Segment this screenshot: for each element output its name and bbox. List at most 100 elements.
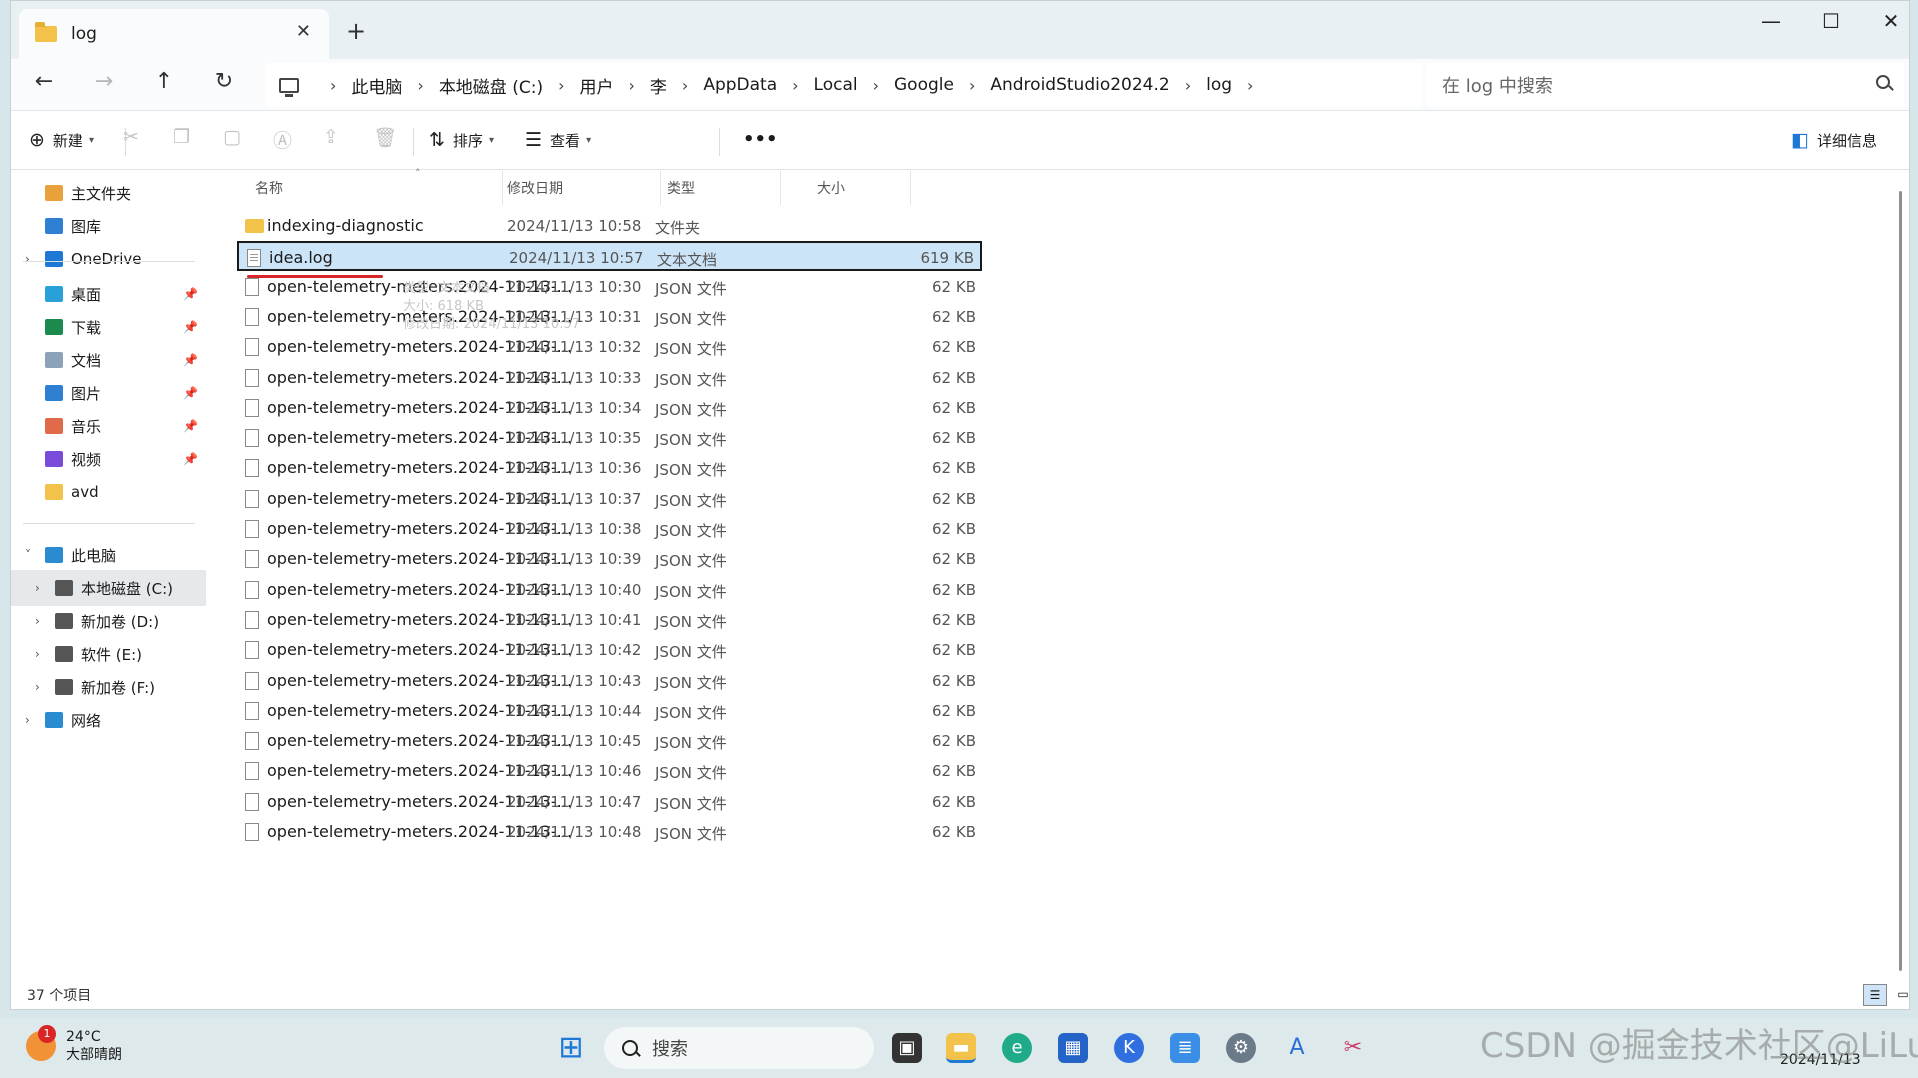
sidebar-item[interactable]: 桌面 📌 (11, 276, 206, 312)
chevron-right-icon[interactable]: › (873, 76, 879, 95)
sidebar-item[interactable]: 视频 📌 (11, 441, 206, 477)
tab-log[interactable]: log ✕ (19, 9, 329, 59)
edge-browser-icon[interactable]: e (1002, 1033, 1032, 1063)
column-header-date[interactable]: 修改日期 (501, 171, 661, 205)
file-row[interactable]: open-telemetry-meters.2024-11-13-... 2024… (237, 544, 982, 574)
file-row[interactable]: open-telemetry-meters.2024-11-13-... 2024… (237, 423, 982, 453)
chevron-right-icon[interactable]: › (792, 76, 798, 95)
share-button[interactable]: ⇪ (323, 126, 339, 148)
sidebar-item[interactable]: › 新加卷 (F:) (11, 669, 206, 705)
snipping-tool-icon[interactable]: ✂ (1338, 1033, 1368, 1063)
sidebar-item[interactable]: 文档 📌 (11, 342, 206, 378)
chevron-right-icon[interactable]: › (417, 76, 423, 95)
pin-icon[interactable]: 📌 (183, 320, 198, 334)
chevron-right-icon[interactable]: › (35, 614, 40, 628)
chevron-right-icon[interactable]: › (25, 252, 30, 266)
breadcrumb-item[interactable]: 此电脑 (351, 73, 402, 98)
file-row[interactable]: open-telemetry-meters.2024-11-13-... 2024… (237, 726, 982, 756)
copy-button[interactable]: ❐ (173, 126, 190, 148)
sidebar-item[interactable]: 下载 📌 (11, 309, 206, 345)
breadcrumb-item[interactable]: Local (814, 75, 858, 95)
sidebar-item[interactable]: › 本地磁盘 (C:) (11, 570, 206, 606)
chevron-right-icon[interactable]: › (969, 76, 975, 95)
chevron-right-icon[interactable]: › (35, 680, 40, 694)
computer-icon[interactable] (279, 77, 299, 97)
file-row[interactable]: open-telemetry-meters.2024-11-13-... 2024… (237, 635, 982, 665)
pin-icon[interactable]: 📌 (183, 452, 198, 466)
pin-icon[interactable]: 📌 (183, 386, 198, 400)
file-row[interactable]: open-telemetry-meters.2024-11-13-... 2024… (237, 484, 982, 514)
file-row[interactable]: open-telemetry-meters.2024-11-13-... 2024… (237, 605, 982, 635)
pin-icon[interactable]: 📌 (183, 353, 198, 367)
store-icon[interactable]: ▦ (1058, 1033, 1088, 1063)
sidebar-item[interactable]: › 网络 (11, 702, 206, 738)
breadcrumb-item[interactable]: 本地磁盘 (C:) (439, 73, 543, 98)
column-header-size[interactable]: 大小 (811, 171, 911, 205)
sidebar-item[interactable]: avd (11, 474, 206, 510)
breadcrumb-item[interactable]: Google (894, 75, 954, 95)
task-view-icon[interactable]: ▣ (892, 1033, 922, 1063)
taskbar-search[interactable]: 搜索 (604, 1027, 874, 1069)
forward-button[interactable]: → (87, 69, 121, 94)
sidebar-item[interactable]: 图库 (11, 208, 206, 244)
file-row[interactable]: open-telemetry-meters.2024-11-13-... 2024… (237, 756, 982, 786)
sidebar-item[interactable]: 音乐 📌 (11, 408, 206, 444)
file-row[interactable]: open-telemetry-meters.2024-11-13-... 2024… (237, 363, 982, 393)
sidebar-item[interactable]: › 新加卷 (D:) (11, 603, 206, 639)
breadcrumb-item[interactable]: AppData (703, 75, 777, 95)
chevron-right-icon[interactable]: › (682, 76, 688, 95)
details-view-button[interactable]: ☰ (1863, 984, 1887, 1006)
file-row[interactable]: open-telemetry-meters.2024-11-13-... 2024… (237, 575, 982, 605)
pin-icon[interactable]: 📌 (183, 287, 198, 301)
chevron-right-icon[interactable]: › (558, 76, 564, 95)
chevron-right-icon[interactable]: › (1247, 76, 1253, 95)
file-row[interactable]: open-telemetry-meters.2024-11-13-... 2024… (237, 393, 982, 423)
chevron-right-icon[interactable]: › (629, 76, 635, 95)
breadcrumb-item[interactable]: AndroidStudio2024.2 (990, 75, 1169, 95)
breadcrumb-item[interactable]: 用户 (580, 73, 614, 98)
maximize-button[interactable]: ☐ (1811, 9, 1851, 33)
breadcrumb-item[interactable]: log (1206, 75, 1232, 95)
file-row[interactable]: open-telemetry-meters.2024-11-13-... 2024… (237, 787, 982, 817)
settings-gear-icon[interactable]: ⚙ (1226, 1033, 1256, 1063)
back-button[interactable]: ← (27, 69, 61, 94)
new-tab-button[interactable]: + (346, 17, 366, 45)
sidebar-item[interactable]: 图片 📌 (11, 375, 206, 411)
chevron-right-icon[interactable]: › (35, 581, 40, 595)
paste-button[interactable]: ▢ (223, 126, 241, 148)
column-header-name[interactable]: 名称 ˄ (243, 167, 503, 205)
notepad-icon[interactable]: ≣ (1170, 1033, 1200, 1063)
column-header-type[interactable]: 类型 (661, 171, 781, 205)
chevron-right-icon[interactable]: › (1185, 76, 1191, 95)
sidebar-item[interactable]: › 软件 (E:) (11, 636, 206, 672)
tiles-view-button[interactable]: ▭ (1891, 984, 1915, 1006)
pin-icon[interactable]: 📌 (183, 419, 198, 433)
minimize-button[interactable]: — (1751, 9, 1791, 33)
chevron-right-icon[interactable]: › (330, 76, 336, 95)
tab-close-icon[interactable]: ✕ (296, 21, 311, 42)
delete-button[interactable]: 🗑 (373, 126, 397, 149)
vertical-scrollbar[interactable] (1899, 191, 1902, 971)
start-windows-icon[interactable]: ⊞ (556, 1033, 586, 1063)
search-box[interactable]: 在 log 中搜索 (1426, 63, 1904, 107)
details-pane-button[interactable]: ◧ 详细信息 (1791, 129, 1877, 151)
view-button[interactable]: ☰ 查看 ▾ (525, 129, 591, 151)
refresh-button[interactable]: ↻ (207, 69, 241, 94)
sidebar-item[interactable]: ˅ 此电脑 (11, 537, 206, 573)
file-row[interactable]: idea.log 2024/11/13 10:57 文本文档 619 KB (237, 241, 982, 272)
sidebar-item[interactable]: 主文件夹 (11, 175, 206, 211)
breadcrumb[interactable]: › 此电脑 › 本地磁盘 (C:) › 用户 › 李 › AppData › Local › Google… (265, 63, 1423, 107)
file-row[interactable]: open-telemetry-meters.2024-11-13-... 2024… (237, 514, 982, 544)
file-row[interactable]: open-telemetry-meters.2024-11-13-... 2024… (237, 666, 982, 696)
file-row[interactable]: open-telemetry-meters.2024-11-13-... 2024… (237, 453, 982, 483)
search-icon[interactable] (1876, 75, 1890, 89)
file-row[interactable]: indexing-diagnostic 2024/11/13 10:58 文件夹 (237, 211, 982, 241)
k-app-icon[interactable]: K (1114, 1033, 1144, 1063)
chevron-down-icon[interactable]: ˅ (25, 548, 31, 562)
sort-button[interactable]: ⇅ 排序 ▾ (429, 129, 494, 151)
search-input[interactable]: 在 log 中搜索 (1442, 72, 1553, 98)
file-row[interactable]: open-telemetry-meters.2024-11-13-... 2024… (237, 817, 982, 847)
file-row[interactable]: open-telemetry-meters.2024-11-13-... 2024… (237, 302, 982, 332)
file-explorer-taskbar-icon[interactable]: ▬ (946, 1033, 976, 1063)
chevron-right-icon[interactable]: › (25, 713, 30, 727)
